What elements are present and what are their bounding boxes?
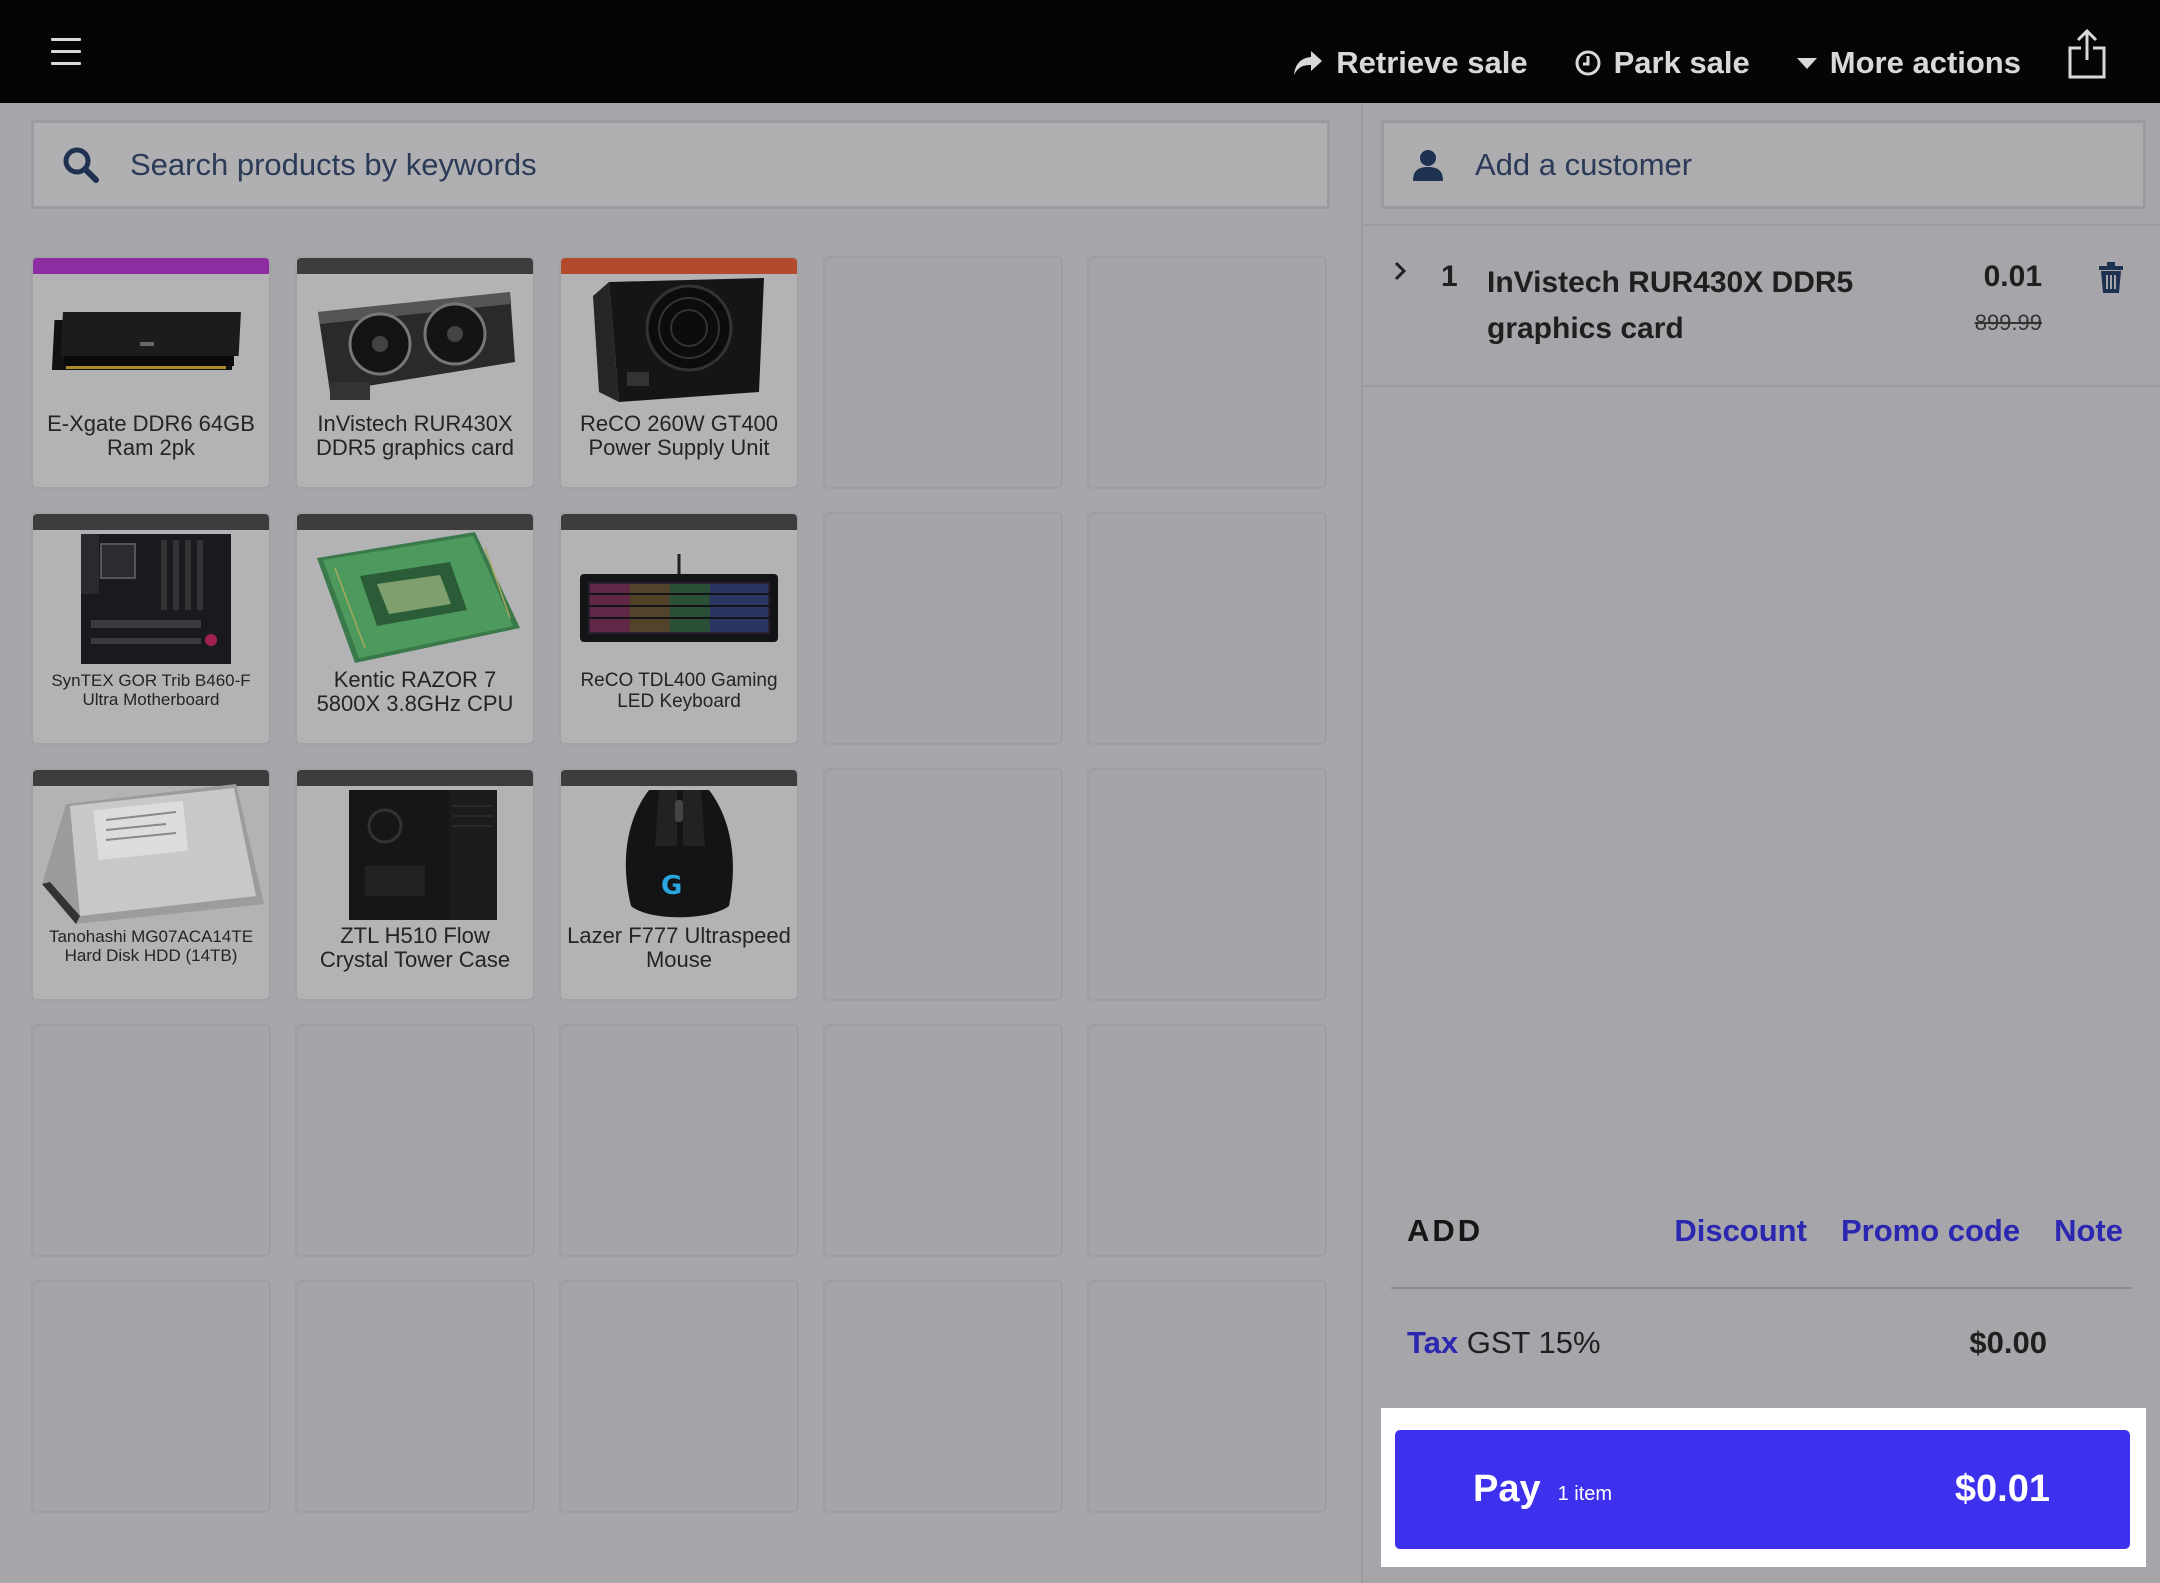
more-actions-button[interactable]: More actions [1796,22,2021,82]
product-tile-power-supply[interactable]: ReCO 260W GT400 Power Supply Unit [559,256,799,489]
svg-text:G: G [661,871,682,901]
park-sale-label: Park sale [1613,44,1750,80]
product-name: SynTEX GOR Trib B460-F Ultra Motherboard [51,671,251,709]
product-tile-motherboard[interactable]: SynTEX GOR Trib B460-F Ultra Motherboard [31,512,271,745]
keyboard-image [561,530,797,665]
tower-case-image [297,786,533,921]
cart-pane: Add a customer 1 InVistech RUR430X DDR5 … [1361,103,2160,1583]
tile-color-stripe [561,514,797,530]
tile-color-stripe [561,770,797,786]
park-sale-button[interactable]: Park sale [1574,22,1750,82]
search-input[interactable] [130,146,1230,183]
product-tile-keyboard[interactable]: ReCO TDL400 Gaming LED Keyboard [559,512,799,745]
more-actions-label: More actions [1829,44,2021,80]
promo-code-link[interactable]: Promo code [1841,1213,2020,1249]
empty-tile [1087,768,1327,1001]
tile-color-stripe [297,258,533,274]
search-icon [63,147,99,183]
caret-down-icon [1796,57,1817,69]
empty-tile [559,1280,799,1513]
pay-item-count: 1 item [1557,1483,1613,1505]
product-name: E-Xgate DDR6 64GB Ram 2pk [47,411,255,460]
tax-amount: $0.00 [1969,1325,2047,1360]
pay-highlight: Pay 1 item $0.01 [1381,1408,2146,1567]
empty-tile [31,1024,271,1257]
product-name: Kentic RAZOR 7 5800X 3.8GHz CPU [316,667,514,716]
empty-tile [823,1024,1063,1257]
empty-tile [823,512,1063,745]
product-name: InVistech RUR430X DDR5 graphics card [315,411,515,460]
cpu-image [297,530,533,665]
pay-label: Pay [1473,1468,1541,1510]
empty-tile [823,768,1063,1001]
tax-link[interactable]: Tax [1407,1325,1458,1360]
empty-tile [295,1280,535,1513]
divider [1363,385,2160,387]
empty-tile [1087,256,1327,489]
discount-link[interactable]: Discount [1674,1213,1807,1249]
pay-total: $0.01 [1954,1468,2050,1510]
tax-row: Tax GST 15% $0.00 [1407,1325,2047,1361]
note-link[interactable]: Note [2054,1213,2123,1249]
ram-image [33,274,269,409]
share-arrow-icon [1294,50,1323,75]
add-options-row: ADD Discount Promo code Note [1407,1213,2123,1249]
top-actions: Retrieve sale Park sale More actions [1292,0,2160,103]
empty-tile [31,1280,271,1513]
power-supply-image [561,274,797,409]
motherboard-image [33,530,269,665]
mouse-image: G [561,786,797,921]
product-pane: E-Xgate DDR6 64GB Ram 2pk InVistech RUR4… [0,103,1361,1583]
line-item-name: InVistech RUR430X DDR5 graphics card [1487,266,1854,345]
divider [1391,1287,2131,1289]
add-label: ADD [1407,1213,1484,1248]
graphics-card-image [297,274,533,409]
empty-tile [1087,1024,1327,1257]
product-tile-ram[interactable]: E-Xgate DDR6 64GB Ram 2pk [31,256,271,489]
product-name: ZTL H510 Flow Crystal Tower Case [319,923,511,972]
product-name: ReCO TDL400 Gaming LED Keyboard [580,670,778,712]
empty-tile [823,1280,1063,1513]
empty-tile [559,1024,799,1257]
empty-tile [1087,1280,1327,1513]
tile-color-stripe [33,258,269,274]
empty-tile [295,1024,535,1257]
tax-name: GST 15% [1466,1325,1601,1360]
tile-color-stripe [297,770,533,786]
search-bar[interactable] [31,120,1330,209]
product-tile-tower-case[interactable]: ZTL H510 Flow Crystal Tower Case [295,768,535,1001]
retrieve-sale-button[interactable]: Retrieve sale [1292,22,1528,82]
tile-color-stripe [33,514,269,530]
product-name: ReCO 260W GT400 Power Supply Unit [579,411,779,460]
retrieve-sale-label: Retrieve sale [1336,44,1528,80]
line-item-price: 0.01 [1983,260,2042,293]
person-icon [1413,149,1443,181]
share-upload-icon[interactable] [2067,28,2107,80]
add-customer-button[interactable]: Add a customer [1381,120,2146,209]
hamburger-icon[interactable] [51,38,81,66]
add-customer-label: Add a customer [1475,146,1693,182]
product-tile-hard-disk[interactable]: Tanohashi MG07ACA14TE Hard Disk HDD (14T… [31,768,271,1001]
clock-icon [1575,50,1601,75]
cart-line-item[interactable]: 1 InVistech RUR430X DDR5 graphics card 0… [1363,226,2160,386]
hard-disk-image [33,783,269,924]
trash-icon[interactable] [2098,262,2124,294]
chevron-right-icon[interactable] [1393,260,1407,282]
line-item-quantity: 1 [1441,260,1458,293]
product-tile-mouse[interactable]: G Lazer F777 Ultraspeed Mouse [559,768,799,1001]
product-name: Tanohashi MG07ACA14TE Hard Disk HDD (14T… [48,927,254,965]
product-name: Lazer F777 Ultraspeed Mouse [567,923,791,972]
empty-tile [1087,512,1327,745]
product-grid: E-Xgate DDR6 64GB Ram 2pk InVistech RUR4… [31,256,1327,1513]
empty-tile [823,256,1063,489]
top-bar: Retrieve sale Park sale More actions [0,0,2160,103]
product-tile-cpu[interactable]: Kentic RAZOR 7 5800X 3.8GHz CPU [295,512,535,745]
pay-button[interactable]: Pay 1 item $0.01 [1395,1430,2130,1549]
product-tile-graphics-card[interactable]: InVistech RUR430X DDR5 graphics card [295,256,535,489]
line-item-original-price: 899.99 [1974,310,2042,335]
